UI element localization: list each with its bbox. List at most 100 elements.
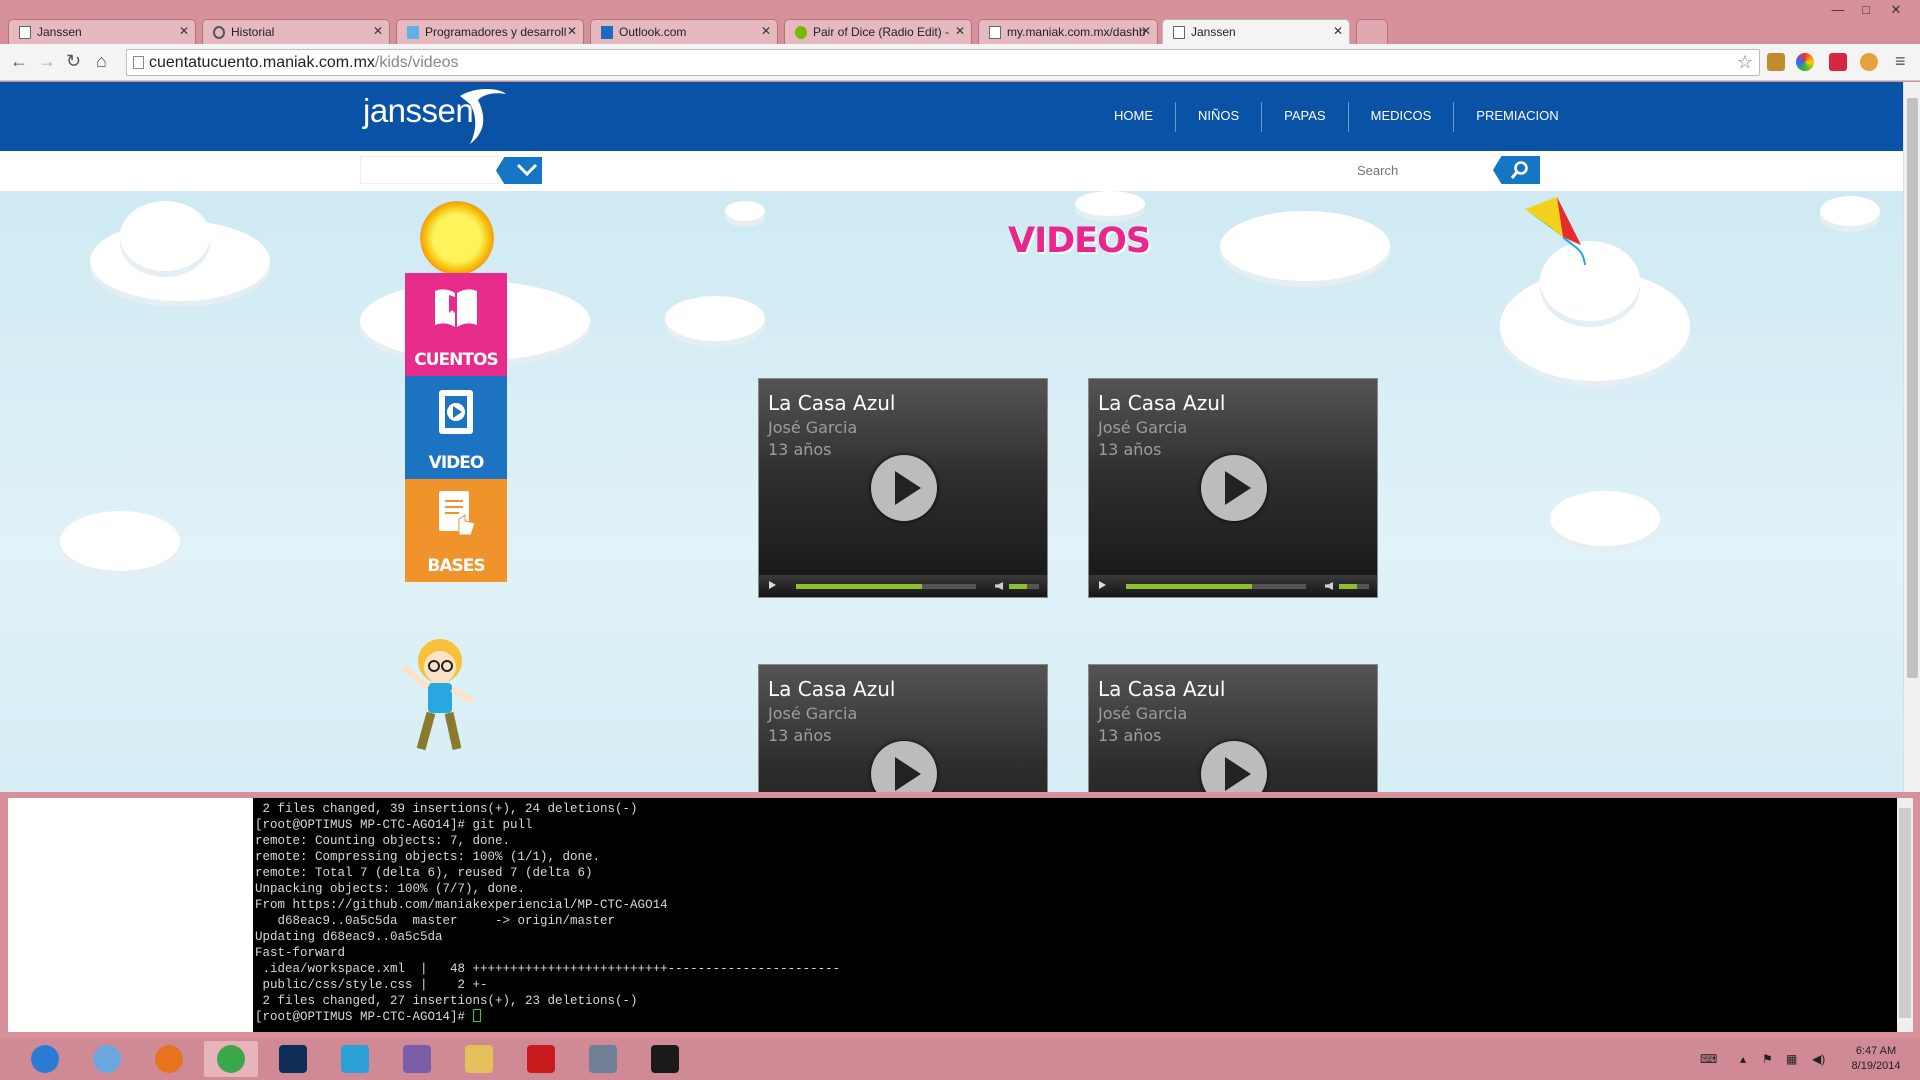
file-explorer-icon (465, 1045, 493, 1073)
play-small-icon[interactable] (1099, 581, 1106, 589)
close-tab-icon[interactable]: ✕ (955, 24, 965, 38)
taskbar-chrome-button[interactable] (204, 1041, 258, 1077)
play-button-icon[interactable] (1201, 741, 1267, 792)
nav-home[interactable]: HOME (1092, 102, 1176, 132)
nav-medicos[interactable]: MEDICOS (1349, 102, 1455, 132)
taskbar-safari-button[interactable] (80, 1041, 134, 1077)
page-scrollbar[interactable] (1903, 82, 1920, 792)
close-tab-icon[interactable]: ✕ (1141, 24, 1151, 38)
video-player[interactable]: La Casa Azul José Garcia 13 años (1088, 664, 1378, 792)
terminal-scrollbar[interactable] (1897, 798, 1913, 1032)
color-picker-extension-icon[interactable] (1796, 53, 1814, 71)
bookmark-star-icon[interactable]: ☆ (1737, 52, 1753, 73)
terminal-cursor (472, 1009, 481, 1022)
film-video-icon (439, 390, 473, 434)
tab-outlook[interactable]: Outlook.com ✕ (590, 19, 778, 44)
system-clock[interactable]: 6:47 AM 8/19/2014 (1840, 1044, 1912, 1074)
kid-character-icon (401, 639, 475, 751)
kite-icon (1525, 197, 1586, 266)
terminal-output[interactable]: 2 files changed, 39 insertions(+), 24 de… (253, 798, 1897, 1032)
volume-slider[interactable] (1339, 584, 1369, 589)
volume-icon[interactable] (995, 582, 1003, 590)
video-progress[interactable] (796, 584, 976, 589)
menu-icon[interactable]: ≡ (1895, 52, 1906, 70)
volume-slider[interactable] (1009, 584, 1039, 589)
video-player[interactable]: La Casa Azul José Garcia 13 años (758, 378, 1048, 598)
close-tab-icon[interactable]: ✕ (761, 24, 771, 38)
taskbar-terminal-button[interactable] (638, 1041, 692, 1077)
video-player[interactable]: La Casa Azul José Garcia 13 años (758, 664, 1048, 792)
taskbar-firefox-button[interactable] (142, 1041, 196, 1077)
url-path: /kids/videos (374, 54, 459, 71)
terminal-icon (651, 1045, 679, 1073)
tab-pair-of-dice[interactable]: Pair of Dice (Radio Edit) - ✕ (784, 19, 972, 44)
taskbar-calculator-button[interactable] (576, 1041, 630, 1077)
play-small-icon[interactable] (769, 581, 776, 589)
video-controls (1089, 575, 1377, 597)
extension-icon[interactable] (1767, 53, 1785, 71)
taskbar-photoshop-button[interactable] (266, 1041, 320, 1077)
flag-icon[interactable]: ⚑ (1762, 1052, 1773, 1066)
network-icon[interactable]: ▦ (1786, 1052, 1797, 1066)
site-header: janssen HOME NIÑOS PAPAS MEDICOS PREMIAC… (0, 82, 1903, 151)
video-title: La Casa Azul (768, 677, 896, 701)
back-arrow-icon[interactable]: ← (10, 52, 28, 70)
close-tab-icon[interactable]: ✕ (179, 24, 189, 38)
play-button-icon[interactable] (871, 741, 937, 792)
tab-janssen-active[interactable]: Janssen ✕ (1162, 19, 1350, 44)
scrollbar-thumb[interactable] (1899, 808, 1911, 1018)
cloud-decoration (725, 201, 765, 221)
terminal-line: remote: Compressing objects: 100% (1/1),… (255, 850, 601, 864)
volume-fill (1339, 584, 1357, 589)
maximize-button[interactable]: □ (1852, 0, 1880, 20)
taskbar-file-explorer-button[interactable] (452, 1041, 506, 1077)
side-menu-bases[interactable]: BASES (405, 479, 507, 582)
volume-icon[interactable] (1325, 582, 1333, 590)
keyboard-icon[interactable]: ⌨ (1700, 1052, 1717, 1066)
side-menu-video-label: VIDEO (428, 453, 485, 473)
telegram-icon (341, 1045, 369, 1073)
cookie-extension-icon[interactable] (1860, 53, 1878, 71)
home-icon[interactable]: ⌂ (96, 52, 107, 70)
cloud-decoration (1820, 196, 1880, 226)
scrollbar-thumb[interactable] (1907, 98, 1918, 678)
play-button-icon[interactable] (1201, 455, 1267, 521)
tray-arrow-icon[interactable]: ▴ (1740, 1052, 1746, 1066)
tab-historial[interactable]: Historial ✕ (202, 19, 390, 44)
video-player[interactable]: La Casa Azul José Garcia 13 años (1088, 378, 1378, 598)
side-menu-video[interactable]: VIDEO (405, 376, 507, 479)
nav-ninos[interactable]: NIÑOS (1176, 102, 1263, 132)
side-menu-cuentos[interactable]: CUENTOS (405, 273, 507, 376)
tab-janssen[interactable]: Janssen ✕ (8, 19, 196, 44)
sun-icon (420, 201, 494, 275)
play-button-icon[interactable] (871, 455, 937, 521)
close-tab-icon[interactable]: ✕ (1333, 24, 1343, 38)
category-dropdown[interactable] (360, 156, 544, 184)
taskbar-internet-explorer-button[interactable] (18, 1041, 72, 1077)
tab-maniak-dashboard[interactable]: my.maniak.com.mx/dashb ✕ (978, 19, 1158, 44)
close-tab-icon[interactable]: ✕ (373, 24, 383, 38)
new-tab-button[interactable] (1356, 19, 1388, 44)
video-age: 13 años (768, 440, 832, 459)
volume-tray-icon[interactable]: ◀) (1812, 1052, 1825, 1066)
nav-papas[interactable]: PAPAS (1262, 102, 1349, 132)
video-progress[interactable] (1126, 584, 1306, 589)
clock-time: 6:47 AM (1855, 1045, 1897, 1057)
forward-arrow-icon[interactable]: → (38, 52, 56, 70)
pocket-extension-icon[interactable] (1829, 53, 1847, 71)
nav-premiacion[interactable]: PREMIACION (1454, 102, 1580, 132)
dropdown-box[interactable] (360, 156, 498, 184)
address-bar[interactable]: cuentatucuento.maniak.com.mx/kids/videos… (126, 49, 1760, 76)
video-title: La Casa Azul (768, 391, 896, 415)
terminal-line: From https://github.com/maniakexperienci… (255, 898, 668, 912)
reload-icon[interactable]: ↻ (66, 52, 81, 70)
chrome-icon (217, 1045, 245, 1073)
taskbar-acrobat-button[interactable] (514, 1041, 568, 1077)
taskbar-telegram-button[interactable] (328, 1041, 382, 1077)
tab-programadores[interactable]: Programadores y desarroll ✕ (396, 19, 584, 44)
close-tab-icon[interactable]: ✕ (567, 24, 577, 38)
search-input[interactable] (1210, 156, 1492, 184)
close-window-button[interactable]: ✕ (1882, 0, 1910, 20)
minimize-button[interactable]: — (1824, 0, 1852, 20)
taskbar-php-button[interactable] (390, 1041, 444, 1077)
